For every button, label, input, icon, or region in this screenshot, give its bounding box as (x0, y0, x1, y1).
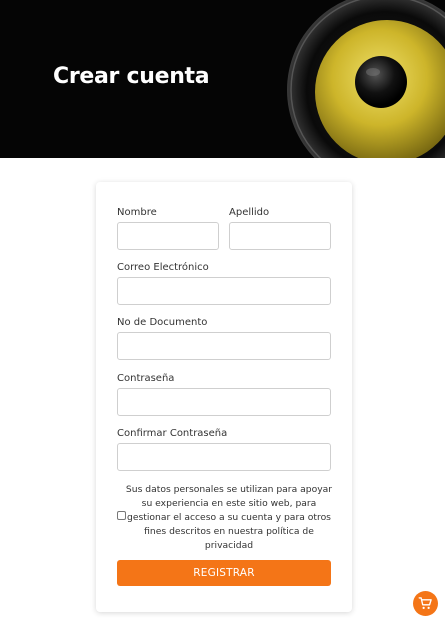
page-title: Crear cuenta (53, 64, 210, 89)
confirm-password-label: Confirmar Contraseña (117, 428, 228, 439)
nombre-label: Nombre (117, 207, 157, 218)
speaker-image (287, 0, 445, 158)
apellido-input[interactable] (229, 222, 331, 250)
register-button[interactable]: REGISTRAR (117, 560, 331, 586)
register-form: Nombre Apellido Correo Electrónico No de… (96, 182, 352, 612)
email-input[interactable] (117, 277, 331, 305)
apellido-label: Apellido (229, 207, 270, 218)
shopping-cart-icon (418, 597, 432, 609)
consent-text: Sus datos personales se utilizan para ap… (125, 484, 333, 551)
documento-label: No de Documento (117, 317, 208, 328)
documento-input[interactable] (117, 332, 331, 360)
confirm-password-input[interactable] (117, 443, 331, 471)
password-input[interactable] (117, 388, 331, 416)
password-label: Contraseña (117, 373, 175, 384)
hero-banner: Crear cuenta (0, 0, 445, 158)
cart-button[interactable] (413, 591, 438, 616)
email-label: Correo Electrónico (117, 262, 209, 273)
nombre-input[interactable] (117, 222, 219, 250)
